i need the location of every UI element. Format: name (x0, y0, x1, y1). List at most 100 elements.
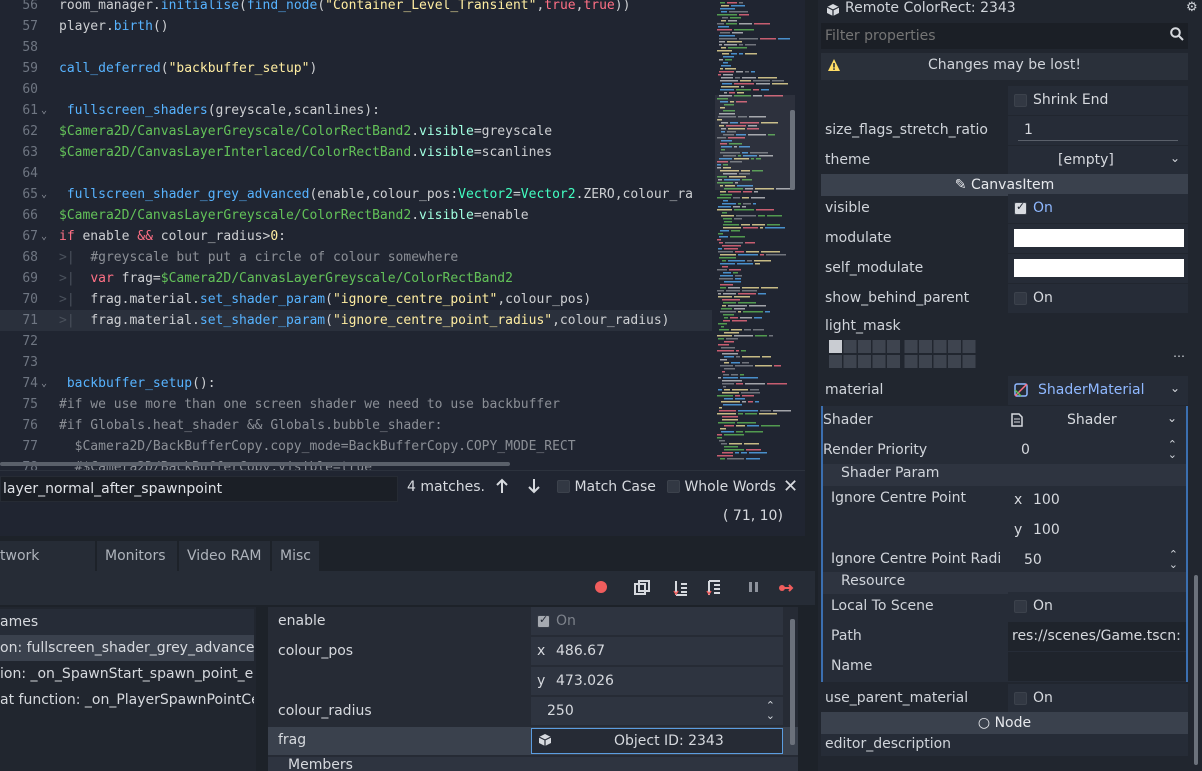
render-priority-spinbox[interactable]: 0 ⌃ ⌄ (1005, 436, 1185, 465)
code-line[interactable]: 61 ⌄ fullscreen_shaders(greyscale,scanlin… (0, 100, 712, 121)
line-number[interactable]: 59 (0, 58, 38, 79)
spinner-icon[interactable]: ⌃ ⌄ (766, 700, 775, 721)
settings-icon[interactable]: ⚙ (1186, 0, 1198, 15)
light-mask-grid[interactable] (829, 340, 989, 370)
step-into-icon[interactable] (673, 580, 689, 596)
shader-param-section[interactable]: Shader Param (823, 464, 1186, 486)
line-number[interactable]: 72 (0, 331, 38, 352)
search-input[interactable] (0, 476, 398, 502)
code-line[interactable]: 75 #if we use more than one screen shader… (0, 394, 712, 415)
code-line[interactable]: 72 (0, 331, 712, 352)
variables-scrollbar[interactable] (790, 619, 795, 745)
code-line[interactable]: 64 (0, 163, 712, 184)
breakpoint-icon[interactable] (593, 580, 609, 596)
code-line[interactable]: 66 $Camera2D/CanvasLayerGreyscale/ColorRe… (0, 205, 712, 226)
find-next-icon[interactable] (527, 478, 541, 498)
code-line[interactable]: 62 $Camera2D/CanvasLayerGreyscale/ColorRe… (0, 121, 712, 142)
code-line[interactable]: 65 ⌄ fullscreen_shader_grey_advanced(enab… (0, 184, 712, 205)
code-line[interactable]: 68 >| #greyscale but put a circle of colo… (0, 247, 712, 268)
code-line[interactable]: 76 #if Globals.heat_shader && Globals.bub… (0, 415, 712, 436)
code-editor[interactable]: 56 room_manager.initialise(find_node("Con… (0, 0, 805, 470)
line-number[interactable]: 63 (0, 142, 38, 163)
stretch-ratio-slider[interactable]: 1 (1008, 116, 1188, 145)
code-line[interactable]: 70 >| frag.material.set_shader_param("ign… (0, 289, 712, 310)
self-modulate-color-picker[interactable] (1008, 254, 1188, 283)
resource-section[interactable]: Resource (823, 572, 1186, 594)
show-behind-parent-checkbox[interactable]: On (1008, 284, 1188, 313)
line-number[interactable]: 66 (0, 205, 38, 226)
code-line[interactable]: 67 ⌄ if enable && colour_radius>0: (0, 226, 712, 247)
line-number[interactable]: 69 (0, 268, 38, 289)
step-over-icon[interactable] (706, 580, 722, 596)
path-input[interactable]: res://scenes/Game.tscn: (1008, 622, 1186, 651)
stack-frame[interactable]: at function: _on_PlayerSpawnPointCe (0, 687, 254, 713)
whole-words-checkbox[interactable]: Whole Words (667, 479, 776, 495)
code-line[interactable]: 74 ⌄ backbuffer_setup(): (0, 373, 712, 394)
pause-icon[interactable] (746, 580, 762, 596)
line-number[interactable]: 77 (0, 436, 38, 457)
line-number[interactable]: 75 (0, 394, 38, 415)
fold-arrow-icon[interactable]: ⌄ (41, 373, 53, 394)
var-colour-pos-x[interactable]: x 486.67 (531, 637, 783, 666)
modulate-color-picker[interactable] (1008, 224, 1188, 253)
filter-properties[interactable] (821, 23, 1188, 49)
line-number[interactable]: 71 (0, 310, 38, 331)
var-colour-pos-y[interactable]: y 473.026 (531, 667, 783, 696)
continue-icon[interactable] (778, 580, 794, 596)
use-parent-material-checkbox[interactable]: On (1008, 684, 1188, 713)
close-icon[interactable]: ✕ (783, 476, 798, 497)
line-number[interactable]: 74 (0, 373, 38, 394)
line-number[interactable]: 67 (0, 226, 38, 247)
fold-arrow-icon[interactable]: ⌄ (41, 184, 53, 205)
code-line[interactable]: 69 >| var frag=$Camera2D/CanvasLayerGreys… (0, 268, 712, 289)
visible-checkbox[interactable]: On (1008, 194, 1188, 223)
code-line[interactable]: 56 room_manager.initialise(find_node("Con… (0, 0, 712, 16)
code-line[interactable]: 63 $Camera2D/CanvasLayerInterlaced/ColorR… (0, 142, 712, 163)
code-line[interactable]: 59 call_deferred("backbuffer_setup") (0, 58, 712, 79)
inspector-scrollbar[interactable] (1194, 575, 1198, 765)
more-icon[interactable]: … (1173, 346, 1185, 360)
name-input[interactable] (1008, 652, 1186, 681)
minimap[interactable] (715, 0, 795, 465)
shader-dropdown[interactable]: Shader ⌄ (1005, 406, 1185, 435)
fold-arrow-icon[interactable]: ⌄ (41, 226, 53, 247)
local-to-scene-checkbox[interactable]: On (1008, 592, 1186, 621)
code-line[interactable]: 71 >| frag.material.set_shader_param("ign… (0, 310, 712, 331)
var-frag-value[interactable]: Object ID: 2343 (531, 728, 783, 754)
ignore-centre-point-x[interactable]: x 100 (1008, 486, 1186, 515)
theme-dropdown[interactable]: [empty] ⌄ (1008, 146, 1188, 175)
code-line[interactable]: 77 $Camera2D/BackBufferCopy.copy_mode=Ba… (0, 436, 712, 457)
code-line[interactable]: 57 player.birth() (0, 16, 712, 37)
tab-network-profiler[interactable]: twork Profiler (0, 541, 96, 594)
material-dropdown[interactable]: ShaderMaterial ⌄ (1008, 376, 1188, 405)
line-number[interactable]: 76 (0, 415, 38, 436)
line-number[interactable]: 58 (0, 37, 38, 58)
line-number[interactable]: 56 (0, 0, 38, 16)
canvasitem-section[interactable]: ✎ CanvasItem (821, 174, 1188, 196)
line-number[interactable]: 68 (0, 247, 38, 268)
filter-input[interactable] (821, 23, 1161, 49)
line-number[interactable]: 61 (0, 100, 38, 121)
tab-video-ram[interactable]: Video RAM (179, 541, 271, 571)
node-section[interactable]: ○ Node (821, 712, 1188, 734)
code-line[interactable]: 73 (0, 352, 712, 373)
find-previous-icon[interactable] (495, 478, 509, 498)
line-number[interactable]: 64 (0, 163, 38, 184)
line-number[interactable]: 62 (0, 121, 38, 142)
fold-arrow-icon[interactable]: ⌄ (41, 100, 53, 121)
line-number[interactable]: 70 (0, 289, 38, 310)
editor-horizontal-scrollbar[interactable] (0, 462, 510, 466)
stack-frame[interactable]: ion: _on_SpawnStart_spawn_point_en (0, 661, 254, 687)
ignore-centre-point-radius-spinbox[interactable]: 50 ⌃ ⌄ (1008, 546, 1186, 575)
line-number[interactable]: 57 (0, 16, 38, 37)
tab-misc[interactable]: Misc (272, 541, 320, 571)
line-number[interactable]: 65 (0, 184, 38, 205)
var-colour-radius-value[interactable]: 250 ⌃ ⌄ (531, 697, 783, 726)
shrink-end-checkbox[interactable]: Shrink End (1008, 86, 1188, 115)
editor-vertical-scrollbar[interactable] (790, 110, 795, 190)
code-line[interactable]: 60 (0, 79, 712, 100)
code-line[interactable]: 58 (0, 37, 712, 58)
members-section[interactable]: Members (268, 757, 798, 771)
tab-monitors[interactable]: Monitors (97, 541, 178, 571)
line-number[interactable]: 60 (0, 79, 38, 100)
